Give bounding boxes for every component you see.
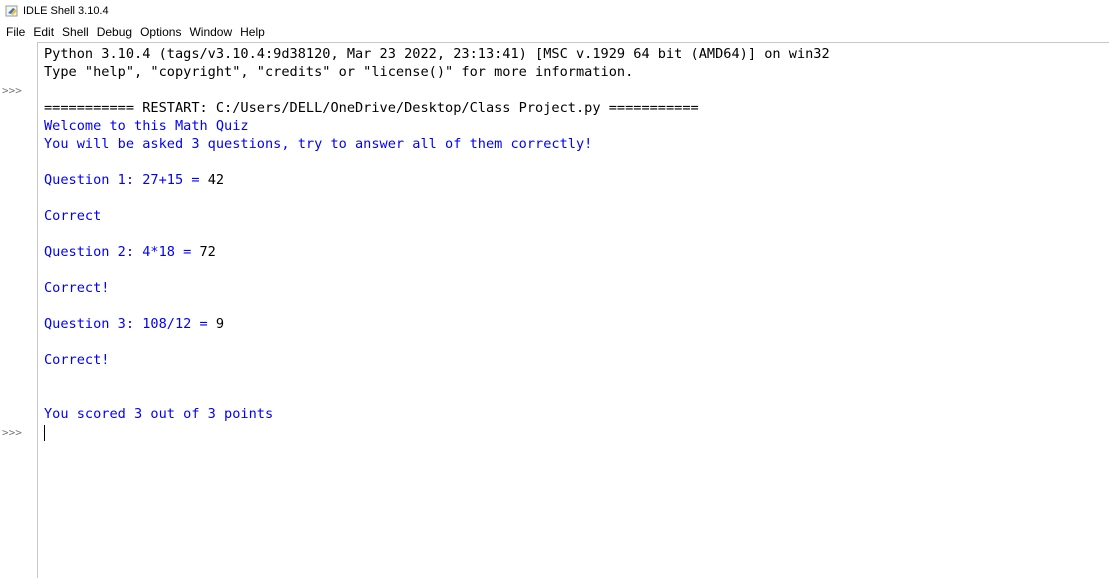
question-1-line: Question 1: 27+15 = 42 [44,171,224,189]
banner-line-1: Python 3.10.4 (tags/v3.10.4:9d38120, Mar… [44,46,830,62]
question-1-prompt: Question 1: 27+15 = [44,172,208,188]
question-1-answer: 42 [207,172,225,188]
shell-text-area[interactable]: Python 3.10.4 (tags/v3.10.4:9d38120, Mar… [38,43,1109,578]
question-2-answer: 72 [199,244,216,260]
result-3-line: Correct! [44,352,110,368]
question-2-line: Question 2: 4*18 = 72 [44,243,216,261]
menu-file[interactable]: File [0,23,29,42]
text-cursor[interactable] [44,425,45,441]
shell-prompt-active: >>> [2,426,22,439]
window-title: IDLE Shell 3.10.4 [23,5,109,17]
banner-line-2: Type "help", "copyright", "credits" or "… [44,64,634,80]
menu-bar: File Edit Shell Debug Options Window Hel… [0,23,1109,42]
result-2-line: Correct! [44,280,110,296]
menu-debug[interactable]: Debug [93,23,136,42]
question-2-prompt: Question 2: 4*18 = [44,244,200,260]
menu-shell[interactable]: Shell [58,23,93,42]
question-3-prompt: Question 3: 108/12 = [44,316,216,332]
menu-options[interactable]: Options [136,23,185,42]
menu-window[interactable]: Window [185,23,236,42]
menu-help[interactable]: Help [236,23,269,42]
restart-line: =========== RESTART: C:/Users/DELL/OneDr… [44,100,699,116]
question-3-answer: 9 [215,316,225,332]
score-line: You scored 3 out of 3 points [44,406,274,422]
instructions-line: You will be asked 3 questions, try to an… [44,136,593,152]
idle-shell-window: IDLE Shell 3.10.4 File Edit Shell Debug … [0,0,1109,578]
prompt-sidebar: >>> >>> [0,42,38,578]
shell-prompt: >>> [2,84,22,97]
title-bar[interactable]: IDLE Shell 3.10.4 [0,0,1109,22]
question-3-line: Question 3: 108/12 = 9 [44,315,224,333]
python-feather-icon [5,5,18,17]
menu-edit[interactable]: Edit [29,23,58,42]
welcome-line: Welcome to this Math Quiz [44,118,249,134]
result-1-line: Correct [44,208,102,224]
